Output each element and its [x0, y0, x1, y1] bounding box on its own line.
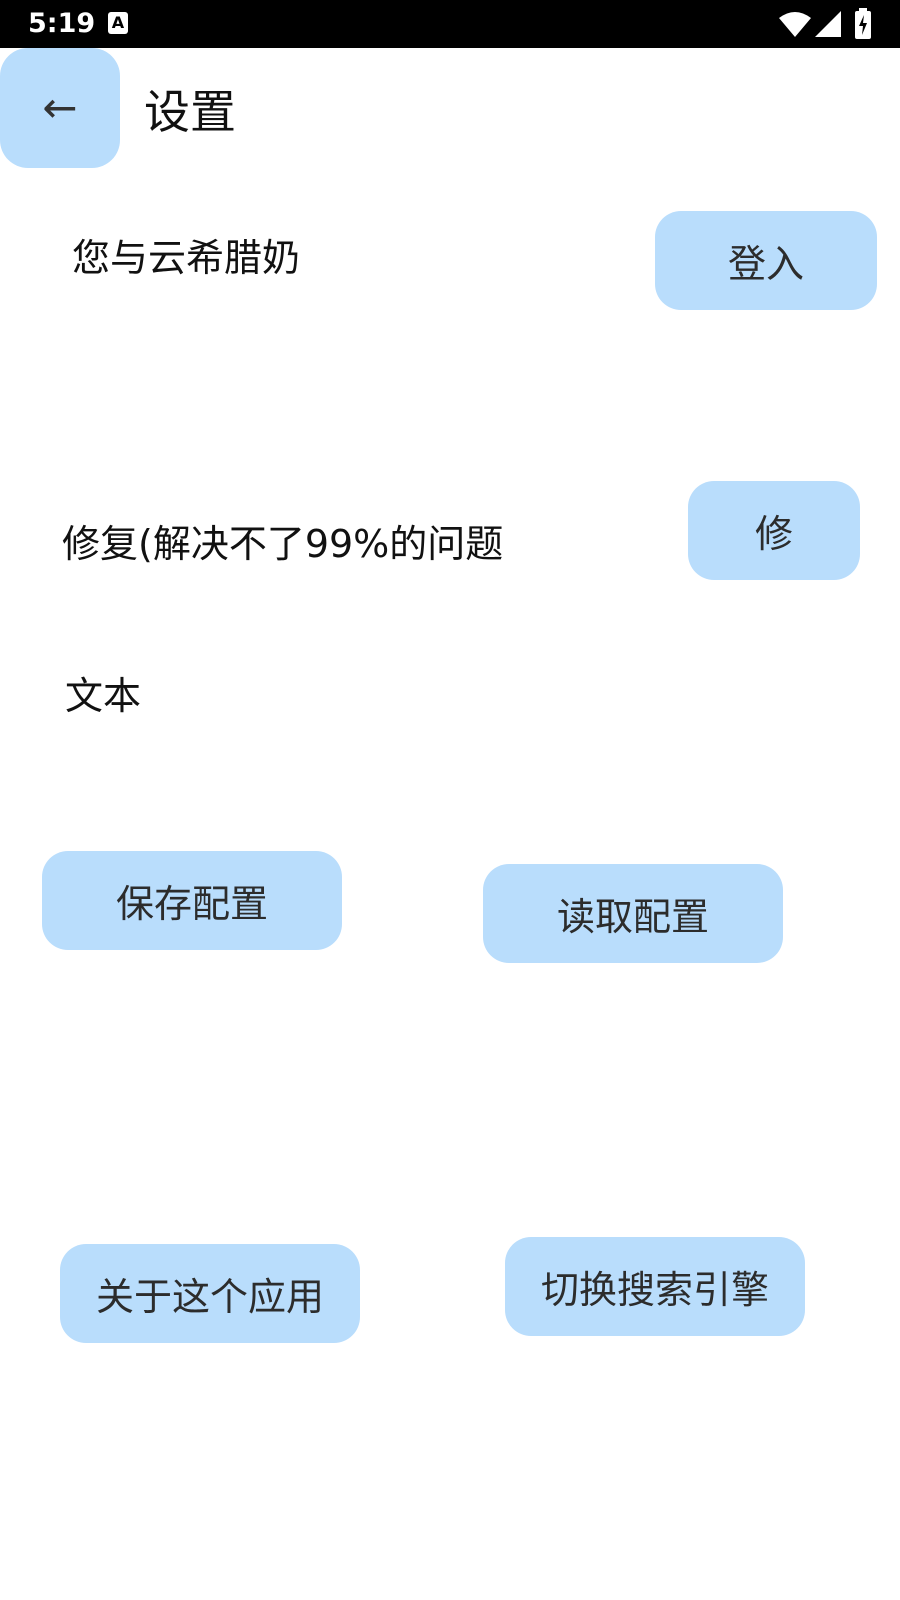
about-app-button[interactable]: 关于这个应用	[60, 1244, 360, 1343]
text-label: 文本	[65, 674, 142, 718]
login-button[interactable]: 登入	[655, 211, 877, 310]
wifi-icon	[779, 12, 811, 37]
back-arrow-icon: ←	[42, 83, 78, 132]
battery-charging-icon	[855, 8, 871, 39]
switch-search-engine-button[interactable]: 切换搜索引擎	[505, 1237, 805, 1336]
back-button[interactable]: ←	[0, 48, 120, 168]
signal-icon	[815, 11, 841, 37]
page-title: 设置	[144, 85, 236, 139]
status-time: 5:19	[28, 8, 96, 39]
repair-button[interactable]: 修	[688, 481, 860, 580]
save-config-button[interactable]: 保存配置	[42, 851, 342, 950]
status-bar: 5:19 A	[0, 0, 900, 48]
notification-a-icon: A	[108, 12, 128, 34]
account-label: 您与云希腊奶	[72, 236, 301, 280]
repair-label: 修复(解决不了99%的问题	[62, 522, 504, 566]
load-config-button[interactable]: 读取配置	[483, 864, 783, 963]
